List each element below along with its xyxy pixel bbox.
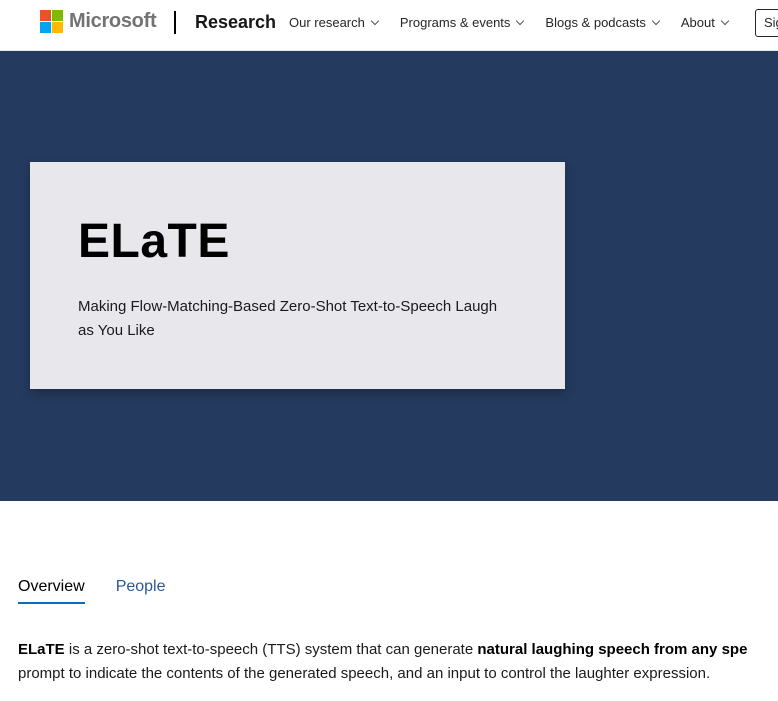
chevron-down-icon xyxy=(516,16,525,26)
research-home-link[interactable]: Research xyxy=(195,12,276,33)
sign-in-button[interactable]: Sig xyxy=(755,9,778,37)
chevron-down-icon xyxy=(720,16,730,26)
nav-blogs-podcasts[interactable]: Blogs & podcasts xyxy=(545,15,661,30)
chevron-down-icon xyxy=(651,16,661,26)
nav-our-research[interactable]: Our research xyxy=(289,15,380,30)
nav-label: Blogs & podcasts xyxy=(545,15,646,30)
main-nav: Our research Programs & events Blogs & p… xyxy=(289,15,750,30)
nav-label: About xyxy=(680,15,715,30)
description-highlight: natural laughing speech from any spe xyxy=(477,641,748,658)
header-divider xyxy=(174,11,176,34)
chevron-down-icon xyxy=(370,16,380,26)
hero-card: ELaTE Making Flow-Matching-Based Zero-Sh… xyxy=(30,162,565,389)
description-text: is a zero-shot text-to-speech (TTS) syst… xyxy=(64,641,478,658)
microsoft-logo-icon xyxy=(40,10,63,33)
nav-label: Programs & events xyxy=(399,15,511,30)
microsoft-logo-link[interactable]: Microsoft xyxy=(40,10,157,33)
overview-description: ELaTE is a zero-shot text-to-speech (TTS… xyxy=(18,638,778,686)
description-line-2: prompt to indicate the contents of the g… xyxy=(18,665,711,682)
nav-programs-events[interactable]: Programs & events xyxy=(399,15,525,30)
tab-people[interactable]: People xyxy=(116,578,166,604)
site-header: Microsoft Research Our research Programs… xyxy=(0,0,778,51)
microsoft-wordmark: Microsoft xyxy=(69,10,157,32)
project-name-bold: ELaTE xyxy=(18,641,65,658)
hero-banner: ELaTE Making Flow-Matching-Based Zero-Sh… xyxy=(0,51,778,501)
page-title: ELaTE xyxy=(78,215,230,268)
nav-label: Our research xyxy=(289,15,365,30)
nav-about[interactable]: About xyxy=(680,15,730,30)
tab-overview[interactable]: Overview xyxy=(18,578,85,604)
page-subtitle: Making Flow-Matching-Based Zero-Shot Tex… xyxy=(78,298,498,339)
project-tabs: Overview People xyxy=(18,578,166,604)
description-line-1: ELaTE is a zero-shot text-to-speech (TTS… xyxy=(18,638,778,662)
